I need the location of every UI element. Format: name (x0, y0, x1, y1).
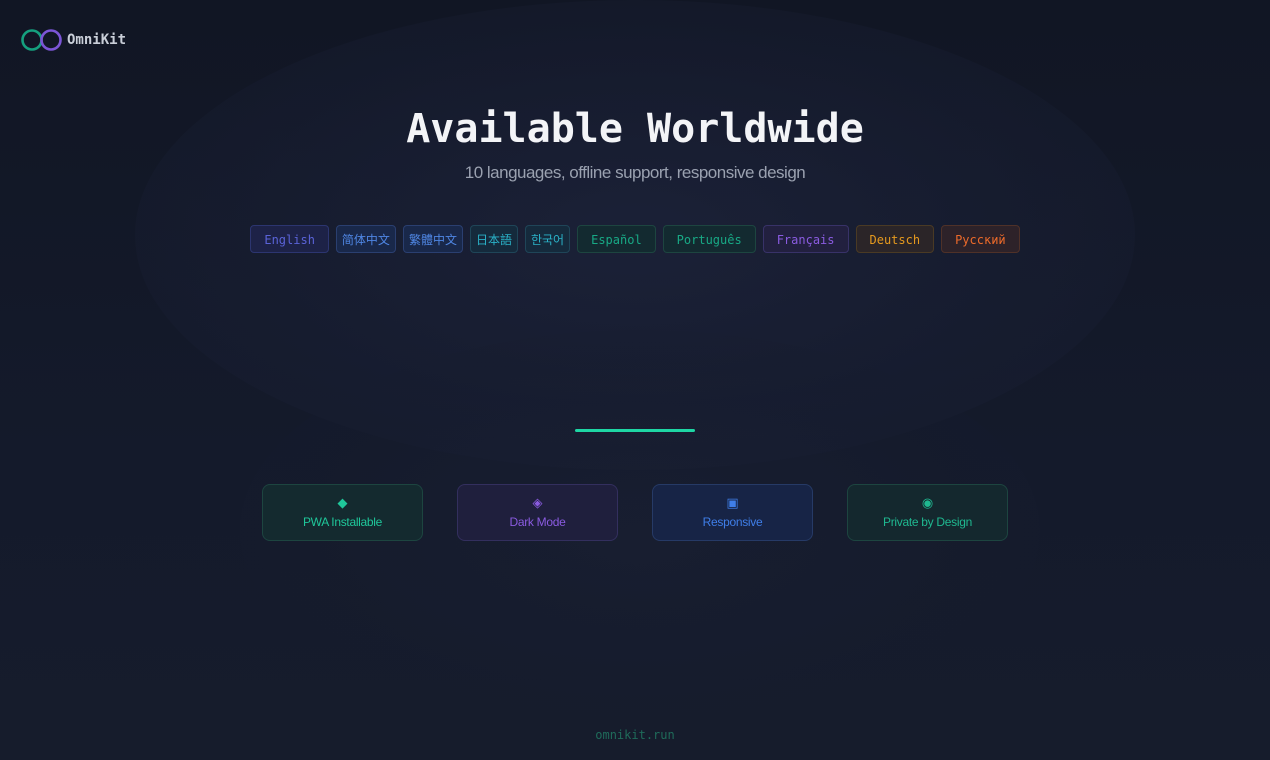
language-badge[interactable]: 简体中文 (335, 225, 396, 253)
language-badge[interactable]: 한국어 (524, 225, 571, 253)
page-title: Available Worldwide (406, 106, 864, 152)
omnikit-logo-icon (21, 28, 63, 52)
language-badge[interactable]: Español (577, 225, 656, 253)
feature-label: Private by Design (883, 514, 972, 529)
square-icon: ▣ (726, 495, 739, 511)
page: OmniKit Available Worldwide 10 languages… (0, 0, 1270, 760)
feature-card: ◉ Private by Design (847, 484, 1008, 541)
circle-icon: ◉ (921, 495, 934, 511)
feature-label: Dark Mode (509, 514, 566, 529)
language-badge[interactable]: 日本語 (469, 225, 518, 253)
feature-label: PWA Installable (302, 514, 383, 529)
section-divider (575, 429, 695, 432)
language-badge[interactable]: Português (662, 225, 756, 253)
language-badge[interactable]: 繁體中文 (402, 225, 463, 253)
language-list: English 简体中文 繁體中文 日本語 한국어 Español Português Fra… (0, 225, 1270, 253)
feature-card: ◆ PWA Installable (262, 484, 423, 541)
language-badge[interactable]: English (250, 225, 329, 253)
language-badge[interactable]: Français (762, 225, 849, 253)
feature-card: ◈ Dark Mode (457, 484, 618, 541)
page-subtitle: 10 languages, offline support, responsiv… (464, 163, 806, 182)
language-badge[interactable]: Русский (941, 225, 1020, 253)
language-badge[interactable]: Deutsch (855, 225, 935, 253)
feature-label: Responsive (702, 514, 763, 529)
brand-name: OmniKit (67, 32, 127, 48)
feature-list: ◆ PWA Installable ◈ Dark Mode ▣ Responsive ◉ Pr… (262, 484, 1008, 541)
feature-card: ▣ Responsive (652, 484, 813, 541)
footer-url[interactable]: omnikit.run (0, 728, 1270, 742)
brand-logo[interactable]: OmniKit (21, 28, 126, 52)
diamond-outline-icon: ◈ (532, 495, 543, 511)
diamond-icon: ◆ (337, 495, 348, 511)
